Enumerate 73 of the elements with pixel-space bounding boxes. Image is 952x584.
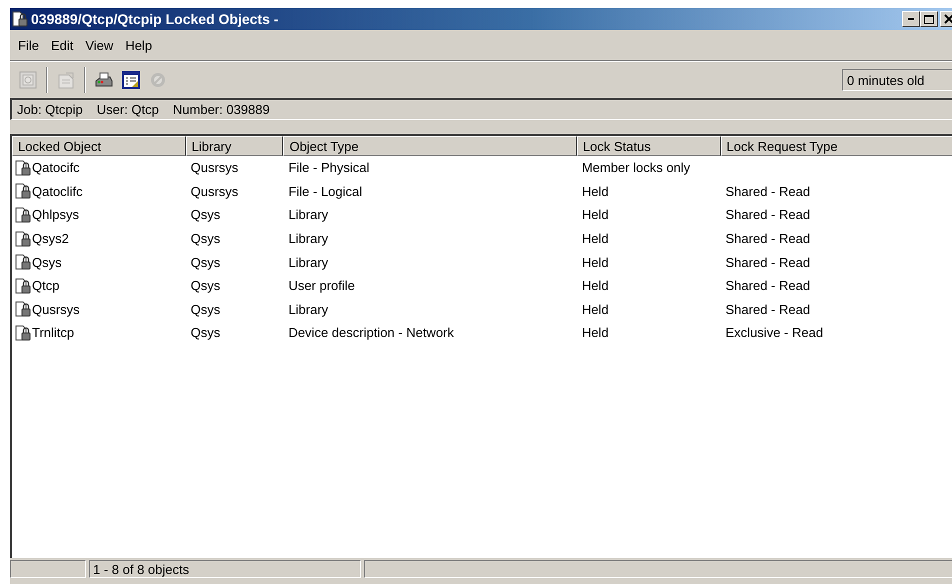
menu-item[interactable]: File bbox=[12, 38, 45, 52]
table-cell-text: File - Logical bbox=[287, 184, 364, 199]
object-name: Trnlitcp bbox=[32, 325, 74, 340]
locked-document-icon bbox=[15, 278, 31, 294]
table-cell-text: Held bbox=[580, 184, 610, 199]
column-header[interactable]: Library bbox=[186, 136, 284, 156]
stop-icon bbox=[148, 70, 168, 90]
table-cell-text: Shared - Read bbox=[724, 302, 812, 317]
table-cell-text: Qusrsys bbox=[190, 160, 240, 176]
locked-document-icon bbox=[15, 160, 31, 176]
menu-item[interactable]: View bbox=[79, 38, 120, 52]
job-label: Job: Qtcpip bbox=[17, 102, 83, 117]
table-icon bbox=[121, 70, 141, 90]
table-cell-text: Library bbox=[287, 302, 330, 317]
user-label: User: Qtcp bbox=[96, 102, 159, 117]
object-name: Qtcp bbox=[32, 278, 60, 294]
table-cell-text: Held bbox=[580, 207, 610, 222]
number-label: Number: 039889 bbox=[172, 102, 270, 117]
table-cell-text: Held bbox=[580, 254, 610, 270]
document-icon bbox=[56, 70, 76, 90]
table-cell-text: Qsys bbox=[190, 302, 222, 317]
table-cell-text: Library bbox=[287, 231, 330, 246]
minimize-icon bbox=[908, 18, 914, 20]
table-cell-text: Held bbox=[580, 231, 610, 246]
table-cell-text: Held bbox=[580, 325, 610, 340]
locked-document-icon bbox=[15, 254, 31, 270]
window-lock-icon bbox=[12, 11, 28, 27]
table-cell-text: Library bbox=[287, 207, 330, 222]
table-cell-text: Device description - Network bbox=[287, 325, 455, 340]
table-cell-text: Shared - Read bbox=[724, 231, 812, 246]
table-cell-text: User profile bbox=[287, 278, 356, 294]
locked-document-icon bbox=[15, 324, 31, 341]
object-name: Qatocifc bbox=[32, 160, 80, 176]
table-cell-text: Shared - Read bbox=[724, 254, 812, 270]
locked-document-icon bbox=[15, 301, 31, 318]
table-cell-text: Shared - Read bbox=[724, 184, 812, 199]
object-name: Qhlpsys bbox=[32, 207, 79, 222]
table-cell-text: Library bbox=[287, 254, 330, 270]
table-cell-text: Held bbox=[580, 278, 610, 294]
column-header[interactable]: Object Type bbox=[283, 136, 577, 156]
table-cell-text: Qsys bbox=[190, 278, 222, 294]
column-header[interactable]: Lock Status bbox=[576, 136, 721, 156]
table-cell-text: Shared - Read bbox=[724, 278, 812, 294]
table-cell-text: Exclusive - Read bbox=[724, 325, 824, 340]
column-header[interactable]: Locked Object bbox=[12, 136, 186, 156]
table-cell-text: Qusrsys bbox=[190, 184, 240, 199]
menu-item[interactable]: Edit bbox=[44, 38, 80, 52]
object-name: Qatoclifc bbox=[32, 184, 83, 199]
table-cell-text: Qsys bbox=[190, 207, 222, 222]
object-name: Qsys bbox=[32, 254, 62, 270]
table-cell-text: Shared - Read bbox=[724, 207, 812, 222]
panel-icon bbox=[18, 70, 38, 90]
window-title: 039889/Qtcp/Qtcpip Locked Objects - bbox=[31, 11, 280, 27]
table-cell-text: Qsys bbox=[190, 254, 222, 270]
object-name: Qsys2 bbox=[32, 231, 69, 246]
table-cell-text: Held bbox=[580, 302, 610, 317]
object-name: Qusrsys bbox=[32, 302, 80, 317]
age-indicator: 0 minutes old bbox=[842, 69, 952, 91]
table-cell-text: Member locks only bbox=[580, 160, 692, 176]
locked-document-icon bbox=[15, 206, 31, 223]
columns-button[interactable] bbox=[119, 68, 143, 92]
menu-item[interactable]: Help bbox=[119, 38, 158, 52]
table-cell-text: File - Physical bbox=[287, 160, 370, 176]
object-count: 1 - 8 of 8 objects bbox=[89, 560, 361, 578]
maximize-icon bbox=[924, 14, 934, 24]
locked-document-icon bbox=[15, 183, 31, 200]
locked-document-icon bbox=[15, 230, 31, 247]
column-header[interactable]: Lock Request Type bbox=[720, 136, 952, 156]
close-icon bbox=[944, 14, 952, 24]
minimize-button[interactable] bbox=[902, 11, 920, 27]
table-cell-text: Qsys bbox=[190, 325, 222, 340]
maximize-button[interactable] bbox=[920, 11, 938, 27]
table-cell-text: Qsys bbox=[190, 231, 222, 246]
